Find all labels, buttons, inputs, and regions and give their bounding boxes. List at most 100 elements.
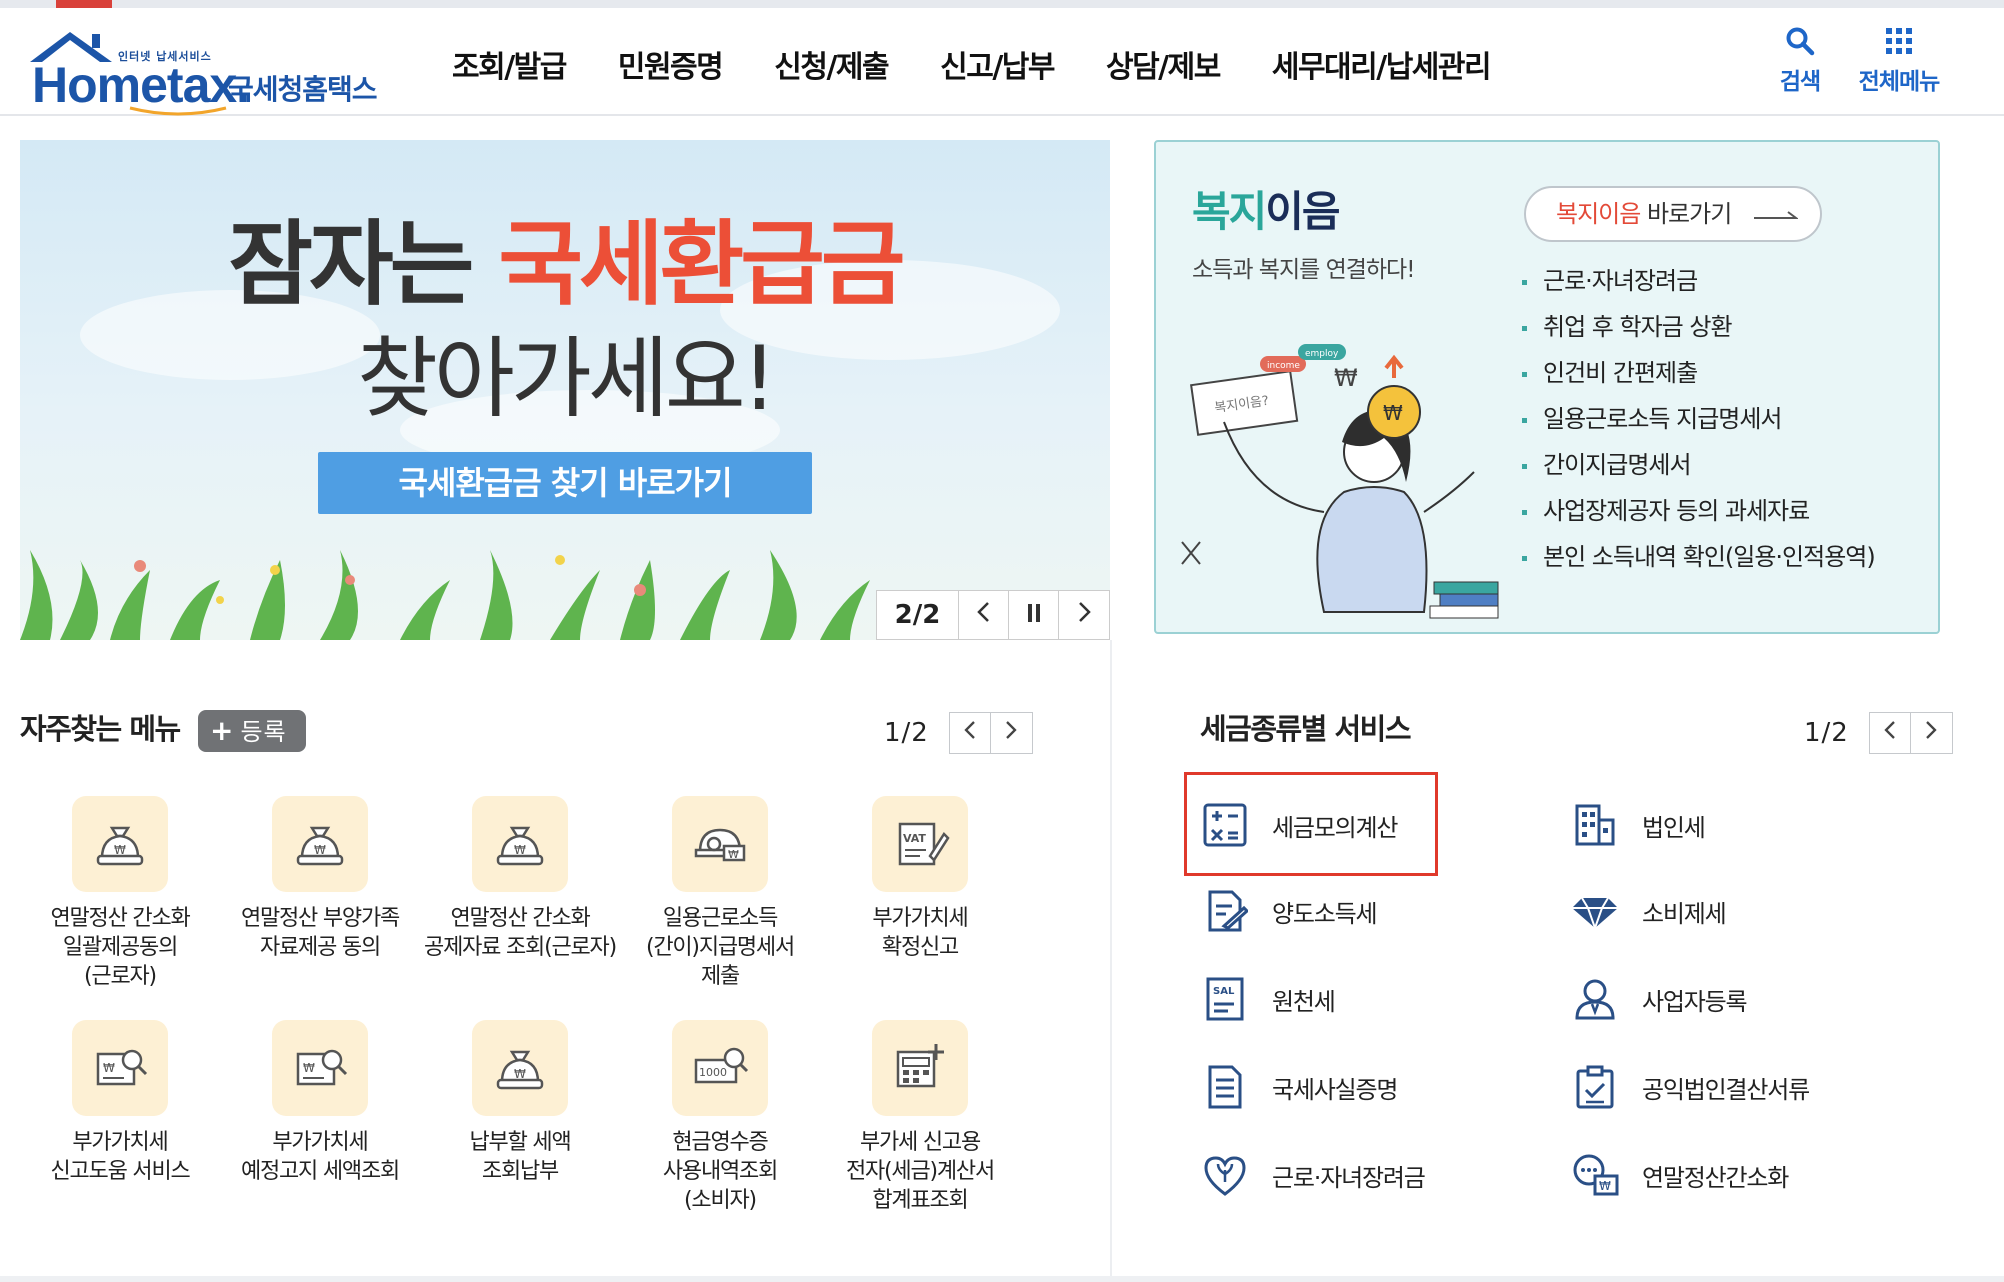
tax-service-business-registration[interactable]: 사업자등록 (1570, 968, 1870, 1030)
menu-label-line: 전자(세금)계산서 (845, 1159, 995, 1184)
banner-pause-button[interactable] (1009, 591, 1059, 639)
tax-service-label: 공익법인결산서류 (1642, 1075, 1810, 1104)
welfare-subtitle: 소득과 복지를 연결하다! (1192, 257, 1415, 283)
tax-service-corporate[interactable]: 법인세 (1570, 794, 1870, 856)
svg-text:1000: 1000 (699, 1066, 727, 1079)
welfare-link-item[interactable]: 일용근로소득 지급명세서 (1522, 396, 1875, 442)
clipboard-check-icon (1570, 1062, 1620, 1112)
menu-label-line: 예정고지 세액조회 (240, 1159, 400, 1184)
receipt-search-icon: 1000 (672, 1020, 768, 1116)
frequent-next-button[interactable] (990, 712, 1033, 754)
gnb-item[interactable]: 신청/제출 (774, 38, 889, 98)
welfare-link-item[interactable]: 근로·자녀장려금 (1522, 258, 1875, 304)
frequent-menu-item[interactable]: ₩ 연말정산 간소화 일괄제공동의 (근로자) (20, 796, 220, 991)
menu-label-line: 공제자료 조회(근로자) (424, 935, 617, 960)
menu-label-line: 제출 (700, 964, 740, 989)
tax-next-button[interactable] (1910, 712, 1953, 754)
svg-text:₩: ₩ (1383, 401, 1403, 425)
top-strip-accent (56, 0, 112, 8)
banner-prev-button[interactable] (959, 591, 1009, 639)
money-bag-icon: ₩ (472, 796, 568, 892)
banner-page-indicator: 2/2 (877, 591, 959, 639)
search-label: 검색 (1779, 69, 1821, 95)
frequent-menu-item[interactable]: ₩ 연말정산 간소화 공제자료 조회(근로자) (420, 796, 620, 962)
tax-service-simulation[interactable]: 세금모의계산 (1200, 794, 1500, 856)
search-button[interactable]: 검색 (1772, 26, 1828, 96)
chevron-left-icon (964, 721, 975, 739)
welfare-link-item[interactable]: 사업장제공자 등의 과세자료 (1522, 488, 1875, 534)
banner-headline-2: 찾아가세요! (356, 327, 777, 430)
chat-won-icon: ₩ (1570, 1150, 1620, 1200)
welfare-link-text: 바로가기 (1640, 200, 1732, 228)
welfare-link-item[interactable]: 취업 후 학자금 상환 (1522, 304, 1875, 350)
gnb-item[interactable]: 상담/제보 (1106, 38, 1221, 98)
svg-text:VAT: VAT (903, 832, 926, 845)
tax-service-transfer-income[interactable]: 양도소득세 (1200, 880, 1500, 942)
heart-sprout-icon (1200, 1150, 1250, 1200)
welfare-link-item[interactable]: 인건비 간편제출 (1522, 350, 1875, 396)
woman-illustration: 복지이음? income employ ₩ ₩ (1181, 344, 1499, 619)
gnb-item[interactable]: 조회/발급 (452, 38, 567, 98)
tax-service-label: 원천세 (1272, 987, 1336, 1016)
welfare-title-dark: 이음 (1265, 187, 1340, 236)
tax-service-earned-income-credit[interactable]: 근로·자녀장려금 (1200, 1144, 1500, 1206)
frequent-menu-title: 자주찾는 메뉴 (20, 712, 181, 746)
frequent-page-indicator: 1/2 (884, 718, 929, 748)
welfare-link-item[interactable]: 간이지급명세서 (1522, 442, 1875, 488)
building-icon (1570, 800, 1620, 850)
grid-menu-icon (1886, 28, 1912, 54)
register-label: 등록 (240, 718, 287, 746)
menu-label-line: (근로자) (84, 964, 157, 989)
all-menu-button[interactable]: 전체메뉴 (1854, 26, 1944, 96)
welfare-link-list: 근로·자녀장려금 취업 후 학자금 상환 인건비 간편제출 일용근로소득 지급명… (1522, 258, 1876, 580)
frequent-menu-item[interactable]: ₩ 연말정산 부양가족자료제공 동의 (220, 796, 420, 962)
chevron-left-icon (1884, 721, 1895, 739)
menu-label-line: 현금영수증 (672, 1130, 768, 1155)
tax-service-label: 사업자등록 (1642, 987, 1748, 1016)
register-menu-button[interactable]: + 등록 (198, 710, 306, 752)
hometax-logo[interactable]: 인터넷 납세서비스 Hometax. 국세청홈택스 (18, 22, 388, 116)
menu-label-line: 확정신고 (881, 935, 959, 960)
gnb-item[interactable]: 민원증명 (618, 38, 724, 98)
menu-label-line: 연말정산 부양가족 (240, 906, 400, 931)
chevron-right-icon (1006, 721, 1017, 739)
tax-service-label: 근로·자녀장려금 (1272, 1163, 1426, 1192)
frequent-menu-item[interactable]: VAT 부가가치세 확정신고 (820, 796, 1020, 962)
frequent-menu-item[interactable]: 1000 현금영수증 사용내역조회 (소비자) (620, 1020, 820, 1215)
banner-headline: 잠자는 국세환급금 (20, 190, 1110, 323)
logo-korean-name: 국세청홈택스 (228, 73, 378, 106)
site-header: 인터넷 납세서비스 Hometax. 국세청홈택스 조회/발급 민원증명 신청/… (0, 8, 2004, 116)
section-divider (1110, 640, 1112, 1282)
menu-label-line: (간이)지급명세서 (645, 935, 795, 960)
welfare-shortcut-button[interactable]: 복지이음 바로가기 (1524, 186, 1822, 242)
frequent-menu-item[interactable]: ₩ 일용근로소득 (간이)지급명세서 제출 (620, 796, 820, 991)
menu-label-line: 자료제공 동의 (259, 935, 381, 960)
gnb-item[interactable]: 세무대리/납세관리 (1272, 38, 1492, 98)
tax-page-indicator: 1/2 (1804, 718, 1849, 748)
illu-tag-employ: employ (1305, 349, 1339, 359)
tax-service-year-end-simplified[interactable]: ₩ 연말정산간소화 (1570, 1144, 1870, 1206)
tax-service-label: 소비제세 (1642, 899, 1727, 928)
gnb-item[interactable]: 신고/납부 (940, 38, 1055, 98)
svg-text:₩: ₩ (314, 843, 326, 857)
refund-shortcut-button[interactable]: 국세환급금 찾기 바로가기 (318, 452, 812, 514)
banner-controls: 2/2 (876, 590, 1110, 640)
tax-prev-button[interactable] (1868, 712, 1911, 754)
svg-text:₩: ₩ (514, 1067, 526, 1081)
tax-service-withholding[interactable]: SAL 원천세 (1200, 968, 1500, 1030)
frequent-menu-item[interactable]: ₩ 부가가치세 예정고지 세액조회 (220, 1020, 420, 1186)
tax-service-public-interest[interactable]: 공익법인결산서류 (1570, 1056, 1870, 1118)
frequent-menu-item[interactable]: 부가세 신고용 전자(세금)계산서 합계표조회 (820, 1020, 1020, 1215)
tax-service-excise[interactable]: 소비제세 (1570, 880, 1870, 942)
svg-text:₩: ₩ (103, 1061, 115, 1075)
menu-label-line: 연말정산 간소화 (50, 906, 190, 931)
banner-next-button[interactable] (1059, 591, 1109, 639)
frequent-prev-button[interactable] (948, 712, 991, 754)
refund-banner[interactable]: 잠자는 국세환급금 찾아가세요! 국세환급금 찾기 바로가기 2/2 (20, 140, 1110, 640)
tax-service-certificate[interactable]: 국세사실증명 (1200, 1056, 1500, 1118)
welfare-title: 복지이음 (1192, 178, 1341, 239)
illu-tag-income: income (1267, 361, 1300, 371)
welfare-link-item[interactable]: 본인 소득내역 확인(일용·인적용역) (1522, 534, 1876, 580)
frequent-menu-item[interactable]: ₩ 부가가치세 신고도움 서비스 (20, 1020, 220, 1186)
frequent-menu-item[interactable]: ₩ 납부할 세액 조회납부 (420, 1020, 620, 1186)
